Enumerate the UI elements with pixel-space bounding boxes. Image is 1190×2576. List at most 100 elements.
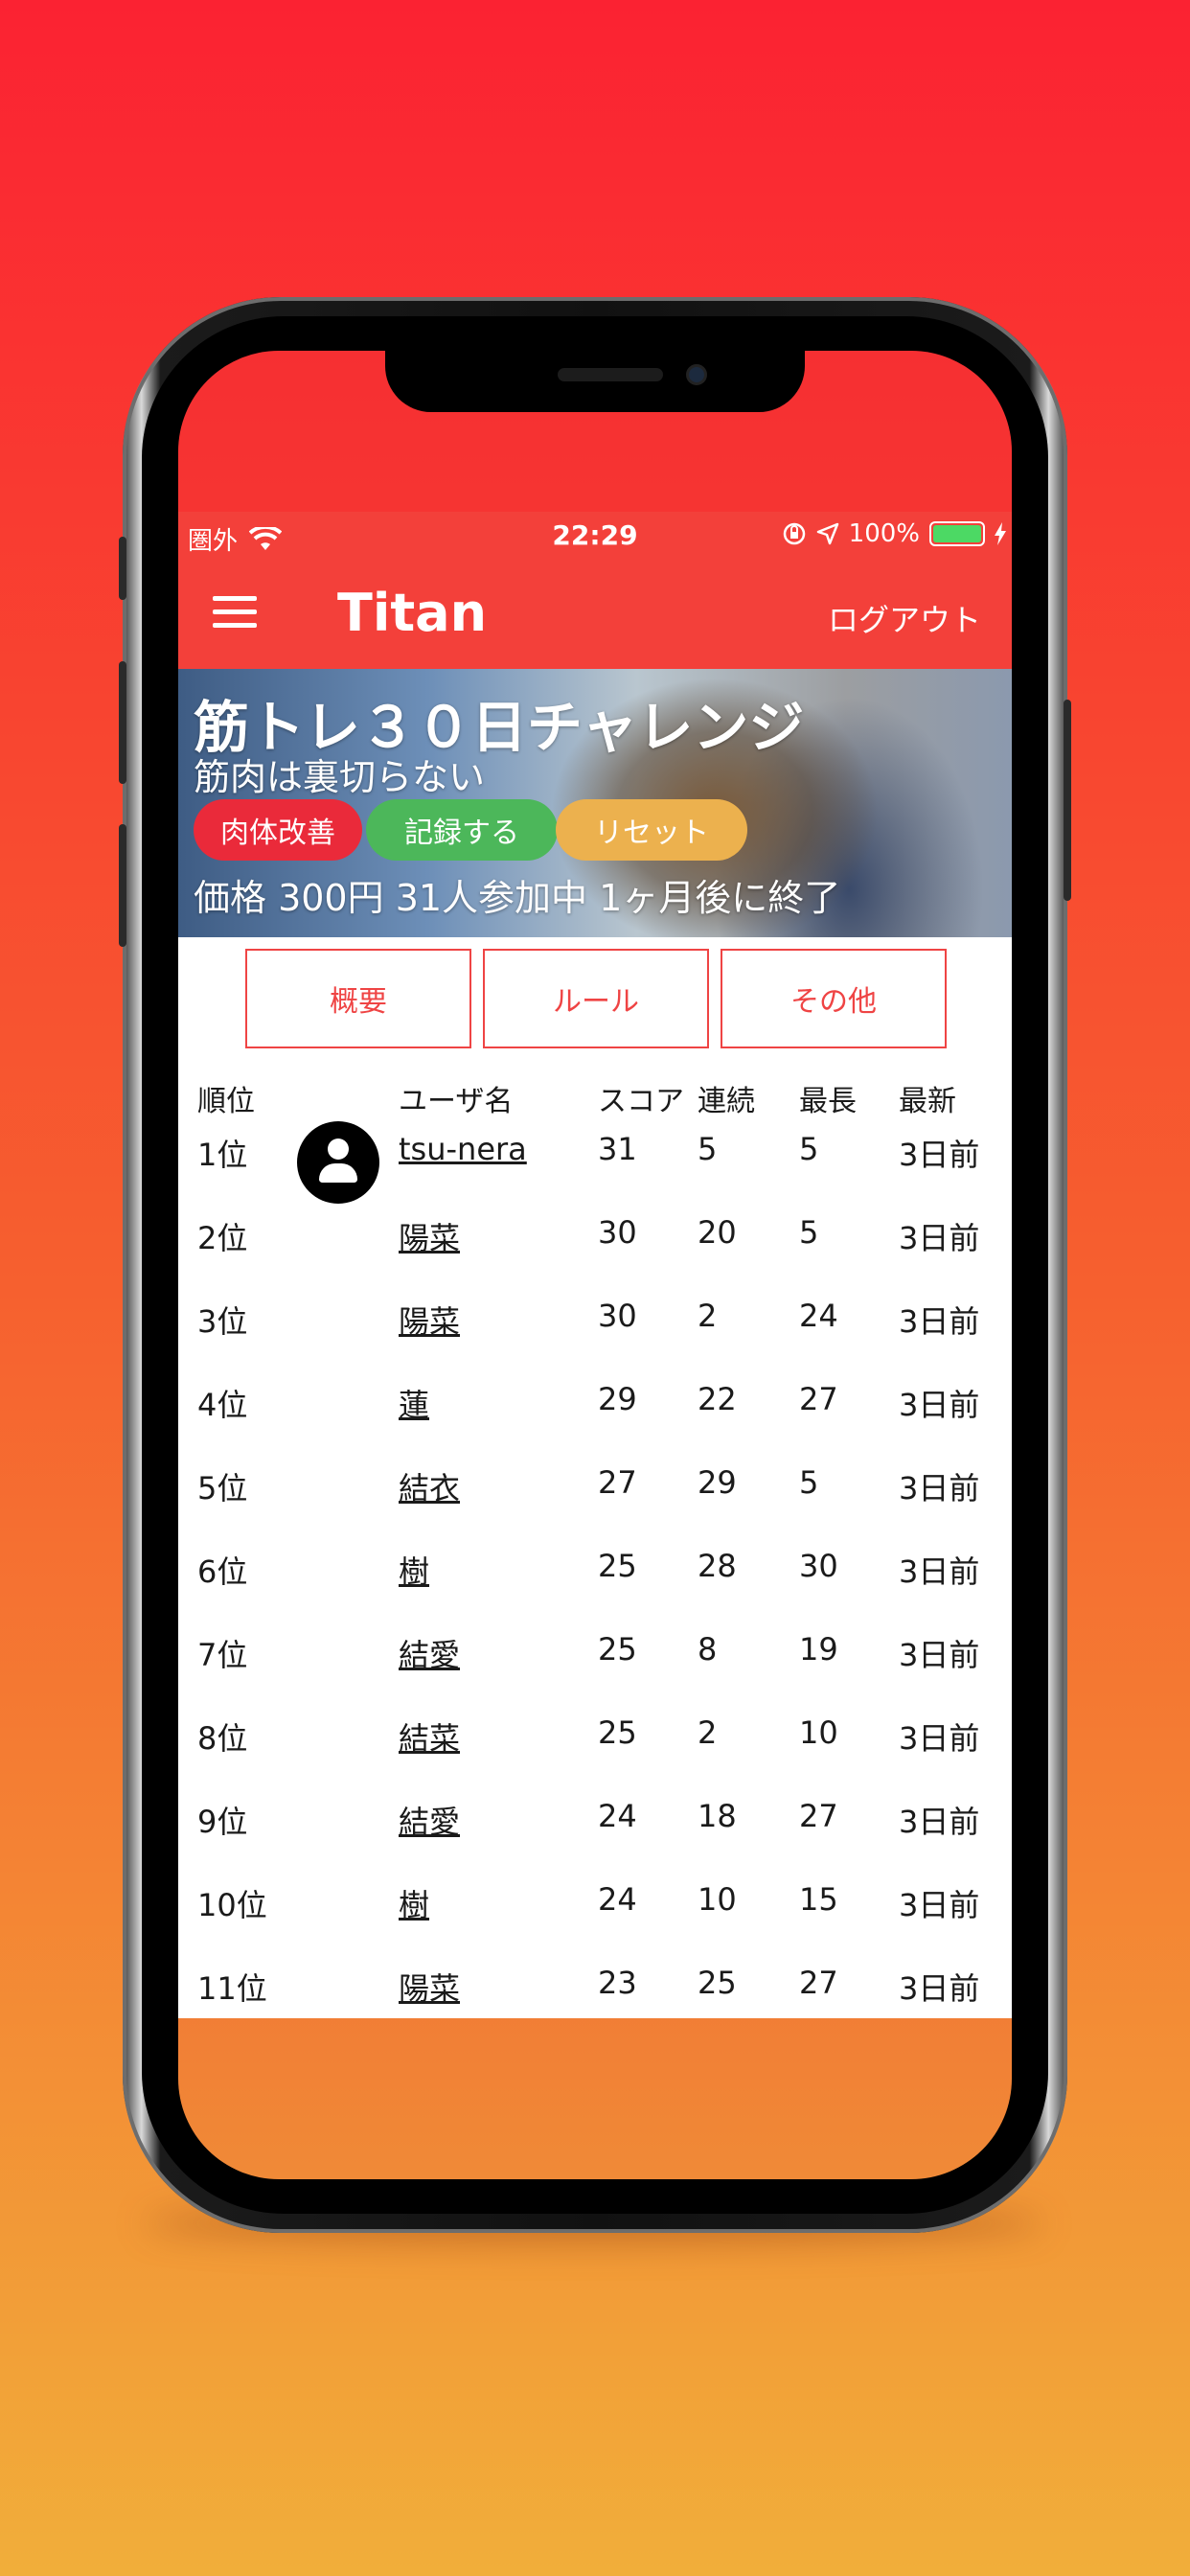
table-row: 7位 結愛 25 8 19 3日前 (178, 1631, 1012, 1714)
username-link[interactable]: 結衣 (399, 1464, 460, 1508)
table-row: 1位 tsu-nera 31 5 5 3日前 (178, 1121, 1012, 1214)
table-row: 11位 陽菜 23 25 27 3日前 (178, 1965, 1012, 2018)
side-button-silent (119, 537, 126, 600)
username-link[interactable]: 樹 (399, 1881, 429, 1925)
tab-rules[interactable]: ルール (483, 949, 709, 1048)
max-cell: 27 (799, 1965, 838, 2001)
max-cell: 5 (799, 1214, 819, 1251)
notch (385, 351, 805, 412)
score-cell: 23 (598, 1965, 637, 2001)
score-cell: 31 (598, 1131, 637, 1167)
streak-cell: 8 (698, 1631, 718, 1668)
username-link[interactable]: 結菜 (399, 1714, 460, 1759)
record-button[interactable]: 記録する (366, 799, 558, 861)
challenge-info: 価格 300円 31人参加中 1ヶ月後に終了 (194, 877, 841, 919)
table-row: 3位 陽菜 30 2 24 3日前 (178, 1298, 1012, 1381)
challenge-subtitle: 筋肉は裏切らない (194, 756, 486, 798)
score-cell: 24 (598, 1881, 637, 1918)
main-content: 概要 ルール その他 順位 ユーザ名 スコア 連続 最長 最新 1位 tsu-n… (178, 937, 1012, 2018)
username-link[interactable]: 陽菜 (399, 1298, 460, 1342)
logout-button[interactable]: ログアウト (828, 596, 981, 640)
header-score: スコア (598, 1085, 684, 1118)
last-cell: 3日前 (899, 1303, 980, 1340)
last-cell: 3日前 (899, 1637, 980, 1673)
app-title: Titan (337, 583, 488, 643)
status-bar: 圏外 22:29 100% (178, 512, 1012, 562)
reset-button[interactable]: リセット (556, 799, 747, 861)
table-row: 4位 蓮 29 22 27 3日前 (178, 1381, 1012, 1464)
battery-level (933, 525, 981, 542)
battery-percent: 100% (848, 519, 920, 548)
username-link[interactable]: 蓮 (399, 1381, 429, 1425)
orientation-lock-icon (783, 522, 805, 545)
rank-cell: 1位 (197, 1137, 248, 1173)
score-cell: 29 (598, 1381, 637, 1417)
hamburger-menu-icon[interactable] (213, 596, 257, 629)
max-cell: 15 (799, 1881, 838, 1918)
streak-cell: 25 (698, 1965, 737, 2001)
header-max: 最長 (799, 1085, 857, 1118)
header-streak: 連続 (698, 1085, 755, 1118)
tab-overview[interactable]: 概要 (245, 949, 471, 1048)
user-avatar-icon[interactable] (297, 1121, 379, 1204)
username-link[interactable]: 陽菜 (399, 1214, 460, 1258)
table-row: 2位 陽菜 30 20 5 3日前 (178, 1214, 1012, 1298)
last-cell: 3日前 (899, 1387, 980, 1423)
table-row: 10位 樹 24 10 15 3日前 (178, 1881, 1012, 1965)
table-row: 9位 結愛 24 18 27 3日前 (178, 1798, 1012, 1881)
rank-cell: 3位 (197, 1303, 248, 1340)
charging-icon (995, 522, 1006, 545)
score-cell: 25 (598, 1714, 637, 1751)
username-link[interactable]: 陽菜 (399, 1965, 460, 2009)
username-link[interactable]: 結愛 (399, 1631, 460, 1675)
table-header: 順位 ユーザ名 スコア 連続 最長 最新 (178, 1077, 1012, 1131)
username-link[interactable]: tsu-nera (399, 1131, 527, 1167)
header-last: 最新 (899, 1085, 956, 1118)
rank-cell: 10位 (197, 1887, 267, 1923)
streak-cell: 28 (698, 1548, 737, 1584)
tab-other[interactable]: その他 (721, 949, 947, 1048)
tab-bar: 概要 ルール その他 (245, 949, 947, 1048)
front-camera (686, 364, 707, 385)
last-cell: 3日前 (899, 1720, 980, 1757)
battery-icon (929, 521, 985, 546)
challenge-banner: 筋トレ３０日チャレンジ 筋肉は裏切らない 肉体改善 記録する リセット 価格 3… (178, 669, 1012, 937)
score-cell: 25 (598, 1548, 637, 1584)
max-cell: 30 (799, 1548, 838, 1584)
streak-cell: 22 (698, 1381, 737, 1417)
last-cell: 3日前 (899, 1220, 980, 1256)
streak-cell: 18 (698, 1798, 737, 1834)
score-cell: 25 (598, 1631, 637, 1668)
status-right: 100% (782, 519, 1006, 548)
rank-cell: 2位 (197, 1220, 248, 1256)
ranking-table: 順位 ユーザ名 スコア 連続 最長 最新 1位 tsu-nera 31 5 5 … (178, 1077, 1012, 2018)
app-view: 圏外 22:29 100% Titan ログアウト 筋トレ３０日チャレンジ 筋肉… (178, 512, 1012, 2179)
rank-cell: 11位 (197, 1970, 267, 2007)
rank-cell: 8位 (197, 1720, 248, 1757)
streak-cell: 2 (698, 1714, 718, 1751)
score-cell: 24 (598, 1798, 637, 1834)
streak-cell: 20 (698, 1214, 737, 1251)
side-button-volume-down (119, 824, 126, 947)
score-cell: 27 (598, 1464, 637, 1501)
last-cell: 3日前 (899, 1470, 980, 1506)
username-link[interactable]: 樹 (399, 1548, 429, 1592)
nav-bar: Titan ログアウト (178, 562, 1012, 669)
streak-cell: 10 (698, 1881, 737, 1918)
rank-cell: 4位 (197, 1387, 248, 1423)
max-cell: 19 (799, 1631, 838, 1668)
max-cell: 5 (799, 1464, 819, 1501)
last-cell: 3日前 (899, 1804, 980, 1840)
streak-cell: 5 (698, 1131, 718, 1167)
max-cell: 27 (799, 1798, 838, 1834)
max-cell: 5 (799, 1131, 819, 1167)
rank-cell: 9位 (197, 1804, 248, 1840)
username-link[interactable]: 結愛 (399, 1798, 460, 1842)
last-cell: 3日前 (899, 1970, 980, 2007)
side-button-volume-up (119, 661, 126, 784)
category-tag[interactable]: 肉体改善 (194, 799, 362, 861)
side-button-power (1064, 700, 1071, 901)
table-row: 5位 結衣 27 29 5 3日前 (178, 1464, 1012, 1548)
streak-cell: 2 (698, 1298, 718, 1334)
score-cell: 30 (598, 1298, 637, 1334)
